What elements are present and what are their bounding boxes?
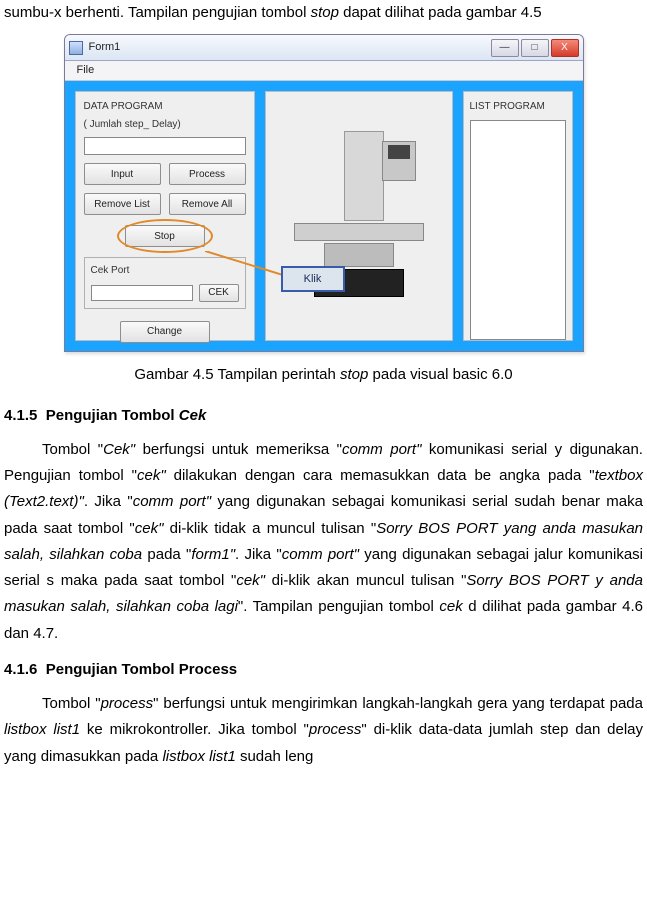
text: komunikasi serial y [421, 441, 562, 458]
menubar: File [65, 61, 583, 81]
top-fragment: sumbu-x berhenti. Tampilan pengujian tom… [4, 0, 643, 26]
text-italic: stop [311, 4, 339, 21]
window-frame: Form1 — □ X File DATA PROGRAM ( Jumlah s… [64, 34, 584, 352]
change-button[interactable]: Change [120, 321, 210, 343]
text: Tombol " [42, 441, 103, 458]
text: Tombol " [42, 695, 101, 712]
group-title: LIST PROGRAM [470, 98, 566, 116]
text-italic: comm port" [133, 493, 211, 510]
data-program-panel: DATA PROGRAM ( Jumlah step_ Delay) Input… [75, 91, 255, 341]
list-program-listbox[interactable] [470, 120, 566, 340]
remove-list-button[interactable]: Remove List [84, 193, 161, 215]
list-program-panel: LIST PROGRAM [463, 91, 573, 341]
client-area: DATA PROGRAM ( Jumlah step_ Delay) Input… [65, 81, 583, 351]
close-button[interactable]: X [551, 39, 579, 57]
section-number: 4.1.6 [4, 661, 37, 678]
text-italic: stop [340, 366, 368, 383]
menu-file[interactable]: File [71, 61, 101, 80]
text: dapat dilihat pada gambar 4.5 [339, 4, 542, 21]
titlebar: Form1 — □ X [65, 35, 583, 61]
section-number: 4.1.5 [4, 407, 37, 424]
text: ke mikrokontroller. Jika tombol " [80, 721, 309, 738]
process-button[interactable]: Process [169, 163, 246, 185]
text: dilakukan dengan cara memasukkan data be [166, 467, 491, 484]
text-italic: process [101, 695, 154, 712]
stop-button[interactable]: Stop [125, 225, 205, 247]
text: di-klik tidak a [163, 520, 260, 537]
section-4-1-6-paragraph: Tombol "process" berfungsi untuk mengiri… [4, 691, 643, 770]
text-italic: listbox list1 [4, 721, 80, 738]
text: sumbu-x berhenti. Tampilan pengujian tom… [4, 4, 311, 21]
text: maka pada saat tombol " [61, 572, 237, 589]
text: muncul tulisan " [267, 520, 377, 537]
text: d [463, 598, 477, 615]
text: ". Tampilan pengujian tombol [238, 598, 439, 615]
text-italic: cek" [137, 467, 166, 484]
window-buttons: — □ X [491, 39, 579, 57]
cek-button[interactable]: CEK [199, 284, 239, 302]
input-button[interactable]: Input [84, 163, 161, 185]
figure-4-5: Form1 — □ X File DATA PROGRAM ( Jumlah s… [4, 34, 643, 352]
text-italic: Cek" [103, 441, 135, 458]
text-italic: form1" [191, 546, 235, 563]
text: angka pada " [499, 467, 595, 484]
text: di-klik akan muncul tulisan " [265, 572, 466, 589]
app-icon [69, 41, 83, 55]
text-italic: comm port" [342, 441, 421, 458]
text: yang digunakan sebagai [211, 493, 391, 510]
text: . Jika " [84, 493, 133, 510]
section-4-1-6-heading: 4.1.6 Pengujian Tombol Process [4, 657, 643, 683]
text: " berfungsi untuk mengirimkan langkah-la… [153, 695, 507, 712]
text: . Jika " [235, 546, 282, 563]
maximize-button[interactable]: □ [521, 39, 549, 57]
section-title-text: Pengujian Tombol Process [46, 661, 237, 678]
text: berfungsi untuk memeriksa " [135, 441, 342, 458]
cek-port-input[interactable] [91, 285, 193, 301]
cek-port-label: Cek Port [91, 262, 239, 280]
text: Gambar 4.5 Tampilan perintah [134, 366, 340, 383]
text: " di-klik [361, 721, 412, 738]
text: sudah leng [236, 748, 314, 765]
text: pada " [147, 546, 191, 563]
text-italic: cek" [135, 520, 164, 537]
text-italic: cek" [236, 572, 265, 589]
klik-callout: Klik [281, 266, 345, 292]
text-italic: Sorry BOS PORT y [466, 572, 603, 589]
remove-all-button[interactable]: Remove All [169, 193, 246, 215]
section-title-italic: Cek [179, 407, 207, 424]
machine-image-panel [265, 91, 453, 341]
text-italic: listbox list1 [162, 748, 235, 765]
section-4-1-5-heading: 4.1.5 Pengujian Tombol Cek [4, 403, 643, 429]
cek-port-group: Cek Port CEK [84, 257, 246, 309]
minimize-button[interactable]: — [491, 39, 519, 57]
step-delay-input[interactable] [84, 137, 246, 155]
group-subtitle: ( Jumlah step_ Delay) [84, 116, 246, 134]
text: yang terdapat pada [512, 695, 643, 712]
figure-caption: Gambar 4.5 Tampilan perintah stop pada v… [4, 362, 643, 388]
text-italic: process [309, 721, 362, 738]
section-4-1-5-paragraph: Tombol "Cek" berfungsi untuk memeriksa "… [4, 437, 643, 647]
group-title: DATA PROGRAM [84, 98, 246, 116]
text-italic: comm port" [282, 546, 359, 563]
section-title-text: Pengujian Tombol [46, 407, 179, 424]
text: pada visual basic 6.0 [368, 366, 512, 383]
window-title: Form1 [89, 38, 491, 57]
text-italic: cek [439, 598, 462, 615]
